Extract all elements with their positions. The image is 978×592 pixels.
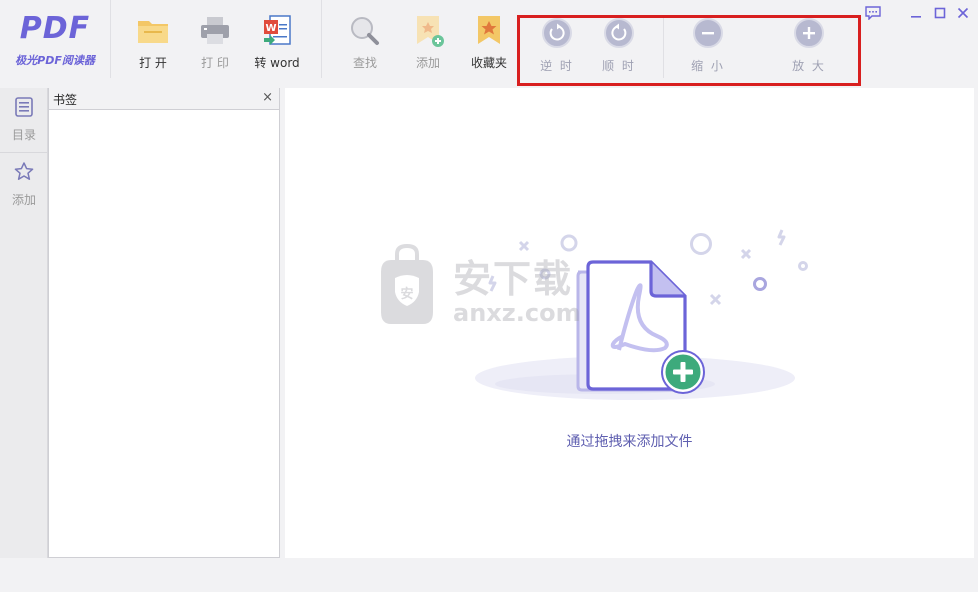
close-window-button[interactable] xyxy=(953,4,973,22)
svg-text:W: W xyxy=(265,23,276,34)
minimize-icon xyxy=(911,16,921,18)
word-doc-icon: W xyxy=(264,15,291,45)
sidebar-item-toc[interactable]: 目录 xyxy=(0,88,48,152)
feedback-button[interactable] xyxy=(863,4,883,22)
watermark: 安 xyxy=(381,243,433,324)
print-button[interactable]: 打 印 xyxy=(187,14,243,74)
bookmark-panel-header: 书签 × xyxy=(49,88,279,110)
bookmark-add-icon xyxy=(417,16,444,47)
favorites-icon xyxy=(478,16,500,44)
add-label: 添加 xyxy=(415,56,440,70)
toolbar-divider xyxy=(110,0,111,78)
open-button[interactable]: 打 开 xyxy=(125,14,181,74)
watermark-text: 安下载 anxz.com xyxy=(453,258,581,326)
favorites-label: 收藏夹 xyxy=(470,56,507,70)
maximize-icon xyxy=(934,7,946,19)
app-logo: PDF 极光PDF阅读器 xyxy=(8,12,102,72)
maximize-button[interactable] xyxy=(930,4,950,22)
minimize-button[interactable] xyxy=(906,4,926,22)
convert-to-word-button[interactable]: W 转 word xyxy=(249,14,305,74)
empty-state-hint: 通过拖拽来添加文件 xyxy=(566,434,693,450)
favorites-button[interactable]: 收藏夹 xyxy=(461,14,517,74)
watermark-en: anxz.com xyxy=(453,299,581,327)
sidebar-item-label: 添加 xyxy=(11,193,36,207)
sidebar-item-add[interactable]: 添加 xyxy=(0,153,48,217)
add-bookmark-button[interactable]: 添加 xyxy=(400,14,456,74)
toolbar-divider xyxy=(321,0,322,78)
status-bar xyxy=(0,558,978,592)
document-drop-area[interactable]: 安 安下载 anxz.com 通过拖拽来添加文件 xyxy=(285,88,974,558)
star-icon xyxy=(14,162,34,180)
list-icon xyxy=(15,97,33,117)
close-icon xyxy=(957,7,969,19)
logo-mark: PDF xyxy=(19,11,91,46)
bookmark-panel: 书签 × xyxy=(48,88,280,558)
print-label: 打 印 xyxy=(201,56,229,70)
toolbar: PDF 极光PDF阅读器 打 开 打 印 W 转 word 查找 添加 收藏夹 … xyxy=(0,0,978,88)
find-label: 查找 xyxy=(352,56,377,70)
sidebar-item-label: 目录 xyxy=(11,128,36,142)
to-word-label: 转 word xyxy=(254,56,300,70)
bookmark-panel-title: 书签 xyxy=(53,93,78,107)
left-rail: 目录 添加 xyxy=(0,88,48,592)
folder-icon xyxy=(138,21,168,43)
svg-text:安: 安 xyxy=(400,286,413,302)
printer-icon xyxy=(201,17,229,44)
search-icon xyxy=(351,17,379,45)
empty-state-illustration: 安 xyxy=(381,229,808,400)
watermark-cn: 安下载 xyxy=(453,257,574,301)
chat-icon xyxy=(865,6,881,21)
close-panel-button[interactable]: × xyxy=(262,90,273,105)
logo-subtitle: 极光PDF阅读器 xyxy=(15,54,95,67)
find-button[interactable]: 查找 xyxy=(337,14,393,74)
highlight-annotation xyxy=(517,15,861,86)
open-label: 打 开 xyxy=(139,56,167,70)
